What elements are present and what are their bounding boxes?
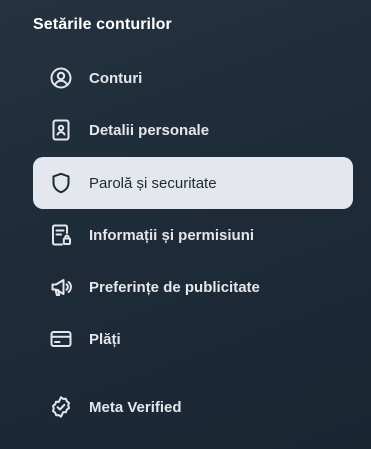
menu-item-accounts[interactable]: Conturi xyxy=(33,52,353,104)
menu-item-label: Conturi xyxy=(89,69,143,87)
menu-item-label: Informații și permisiuni xyxy=(89,226,255,244)
shield-icon xyxy=(49,171,73,195)
document-lock-icon xyxy=(49,223,73,247)
account-circle-icon xyxy=(49,66,73,90)
credit-card-icon xyxy=(49,327,73,351)
panel-heading: Setările conturilor xyxy=(33,16,172,33)
id-badge-icon xyxy=(49,118,73,142)
menu-item-label: Meta Verified xyxy=(89,398,182,416)
accounts-settings-panel: Setările conturilor Conturi Detalii pers… xyxy=(0,0,371,449)
menu-item-password-security[interactable]: Parolă și securitate xyxy=(33,157,353,209)
menu-item-information-permissions[interactable]: Informații și permisiuni xyxy=(33,209,353,261)
menu-item-label: Parolă și securitate xyxy=(89,174,217,192)
verified-badge-icon xyxy=(49,395,73,419)
menu-item-meta-verified[interactable]: Meta Verified xyxy=(33,381,353,433)
menu-item-label: Plăți xyxy=(89,330,121,348)
menu-item-ad-preferences[interactable]: Preferințe de publicitate xyxy=(33,261,353,313)
menu-item-label: Preferințe de publicitate xyxy=(89,278,260,296)
menu-item-label: Detalii personale xyxy=(89,121,210,139)
menu-item-payments[interactable]: Plăți xyxy=(33,313,353,365)
menu-item-personal-details[interactable]: Detalii personale xyxy=(33,104,353,156)
megaphone-icon xyxy=(49,275,73,299)
